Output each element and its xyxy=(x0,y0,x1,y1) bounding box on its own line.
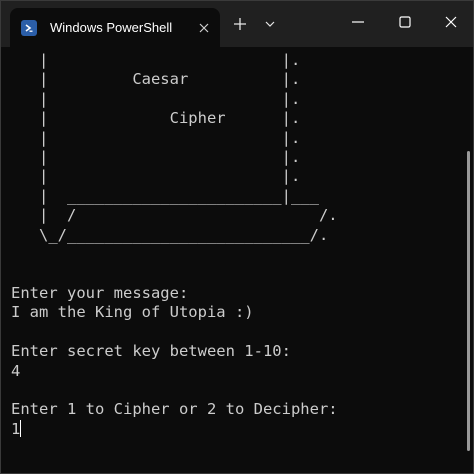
console-line: | |. xyxy=(11,167,301,186)
terminal-window: Windows PowerShell | |. | Caesar |. | |.… xyxy=(0,0,474,474)
console-line: Enter your message: xyxy=(11,283,189,302)
console-line: | / /. xyxy=(11,206,338,225)
console-line: | |. xyxy=(11,128,301,147)
console-line: | |. xyxy=(11,89,301,108)
minimize-icon xyxy=(352,21,364,23)
console-line: | _______________________|___ xyxy=(11,186,319,205)
console-line: Enter 1 to Cipher or 2 to Decipher: xyxy=(11,400,338,419)
text-cursor xyxy=(20,419,22,437)
maximize-button[interactable] xyxy=(391,9,419,35)
console-lines: | |. | Caesar |. | |. | Cipher |. | |. |… xyxy=(11,51,338,418)
console-line: | |. xyxy=(11,51,301,69)
console-line: I am the King of Utopia :) xyxy=(11,303,254,322)
console-line: | |. xyxy=(11,148,301,167)
console-line: Enter secret key between 1-10: xyxy=(11,342,291,361)
console-line: \_/__________________________/. xyxy=(11,225,329,244)
chevron-down-icon[interactable] xyxy=(260,13,280,35)
tab-title: Windows PowerShell xyxy=(50,20,173,35)
tab-windows-powershell[interactable]: Windows PowerShell xyxy=(10,8,220,47)
close-window-button[interactable] xyxy=(437,9,465,35)
console-line: 4 xyxy=(11,361,21,380)
console-text: | |. | Caesar |. | |. | Cipher |. | |. |… xyxy=(11,51,338,439)
console-line: | Cipher |. xyxy=(11,109,301,128)
console-input[interactable]: 1 xyxy=(11,420,20,438)
title-bar: Windows PowerShell xyxy=(1,1,473,47)
console-line: | Caesar |. xyxy=(11,70,301,89)
close-icon xyxy=(445,16,457,28)
minimize-button[interactable] xyxy=(344,9,372,35)
console-output[interactable]: | |. | Caesar |. | |. | Cipher |. | |. |… xyxy=(1,47,467,473)
powershell-icon xyxy=(21,19,37,36)
maximize-icon xyxy=(399,16,411,28)
plus-icon[interactable] xyxy=(229,13,251,35)
scrollbar[interactable] xyxy=(467,151,470,451)
tab-close-icon[interactable] xyxy=(197,21,211,35)
